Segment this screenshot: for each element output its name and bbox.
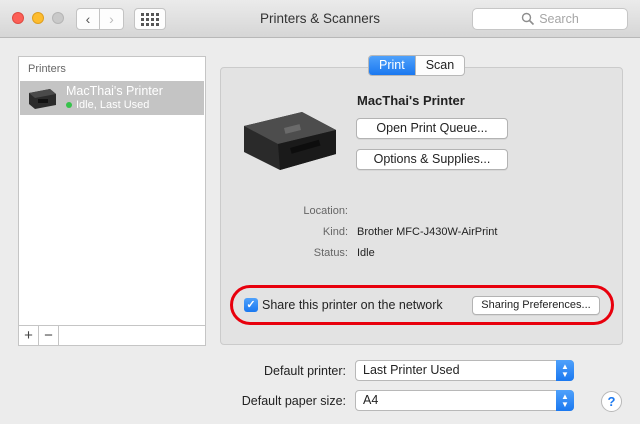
printer-list-header: Printers [28,63,66,75]
status-value: Idle [357,247,375,259]
default-paper-size-select[interactable]: A4 ▲ ▼ [355,390,574,411]
printer-thumbnail-icon [29,89,56,109]
printer-image [244,112,336,170]
options-supplies-button[interactable]: Options & Supplies... [356,149,508,170]
default-paper-size-value: A4 [363,393,379,407]
printer-list-item-status-text: Idle, Last Used [76,99,150,111]
kind-value: Brother MFC-J430W-AirPrint [357,226,498,238]
close-window-button[interactable] [12,12,24,24]
status-dot-icon [66,102,72,108]
chevron-left-icon: ‹ [85,11,91,27]
share-printer-checkbox[interactable]: ✓ [244,298,258,312]
show-all-button[interactable] [134,8,166,30]
printer-list-item[interactable]: MacThai's Printer Idle, Last Used [20,81,204,115]
updown-arrows-icon: ▲ ▼ [556,360,574,381]
add-printer-button[interactable]: + [19,326,39,345]
default-printer-select[interactable]: Last Printer Used ▲ ▼ [355,360,574,381]
kind-label: Kind: [322,226,348,238]
updown-arrows-icon: ▲ ▼ [556,390,574,411]
back-button[interactable]: ‹ [76,8,100,30]
minimize-window-button[interactable] [32,12,44,24]
tab-scan[interactable]: Scan [414,56,464,75]
print-scan-tabs: Print Scan [368,55,466,76]
remove-printer-button[interactable]: − [39,326,59,345]
zoom-window-button[interactable] [52,12,64,24]
chevron-right-icon: › [109,11,114,27]
status-label: Status: [313,247,348,259]
printer-name-heading: MacThai's Printer [357,93,465,108]
location-label: Location: [303,205,348,217]
sharing-preferences-button[interactable]: Sharing Preferences... [472,296,600,315]
printers-scanners-window: ‹ › Printers & Scanners Search Printers [0,0,640,424]
window-title: Printers & Scanners [259,11,381,26]
default-printer-value: Last Printer Used [363,363,460,377]
default-printer-label: Default printer: [264,364,346,378]
printer-list-item-name: MacThai's Printer [66,84,163,98]
forward-button[interactable]: › [100,8,124,30]
share-printer-label[interactable]: Share this printer on the network [262,298,443,312]
default-paper-size-label: Default paper size: [241,394,346,408]
help-button[interactable]: ? [601,391,622,412]
search-icon [521,12,535,26]
printer-list-item-status: Idle, Last Used [66,99,149,111]
show-all-grid-icon [141,12,144,16]
search-field[interactable]: Search [472,8,628,30]
printer-list-footer: + − [18,326,206,346]
printer-list: Printers MacThai's Printer Idle, Last Us… [18,56,206,326]
open-print-queue-button[interactable]: Open Print Queue... [356,118,508,139]
search-placeholder: Search [539,12,579,26]
tab-print[interactable]: Print [369,56,415,75]
toolbar: ‹ › Printers & Scanners Search [0,0,640,38]
